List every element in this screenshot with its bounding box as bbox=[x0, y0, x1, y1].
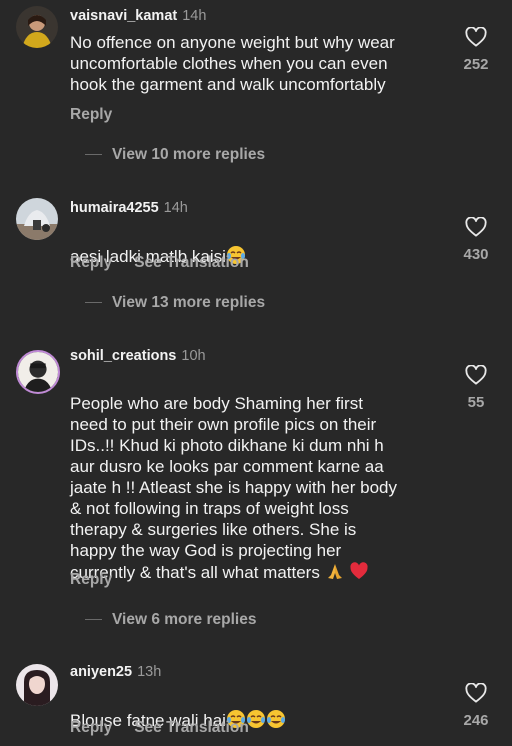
avatar[interactable] bbox=[16, 350, 60, 394]
like-count: 430 bbox=[463, 246, 489, 263]
reply-button[interactable]: Reply bbox=[70, 106, 112, 123]
comment-header: humaira4255 14h bbox=[70, 200, 188, 216]
see-translation-button[interactable]: See Translation bbox=[134, 719, 249, 736]
divider-line bbox=[85, 302, 102, 304]
comment-text: People who are body Shaming her first ne… bbox=[70, 372, 442, 586]
like-count: 246 bbox=[463, 712, 489, 729]
see-translation-button[interactable]: See Translation bbox=[134, 254, 249, 271]
reply-button[interactable]: Reply bbox=[70, 571, 112, 588]
heart-outline-icon[interactable] bbox=[465, 683, 487, 703]
view-replies-label: View 6 more replies bbox=[112, 611, 257, 628]
username[interactable]: sohil_creations bbox=[70, 348, 176, 364]
timestamp: 14h bbox=[182, 8, 207, 24]
like-count: 252 bbox=[463, 56, 489, 73]
username[interactable]: aniyen25 bbox=[70, 664, 132, 680]
like-control: 55 bbox=[459, 365, 493, 411]
comment-actions: Reply bbox=[70, 571, 112, 589]
folded-hands-emoji bbox=[325, 561, 345, 586]
face-with-tears-of-joy-emoji bbox=[266, 709, 286, 734]
view-replies-button[interactable]: View 13 more replies bbox=[85, 294, 265, 312]
timestamp: 14h bbox=[163, 200, 188, 216]
view-replies-label: View 13 more replies bbox=[112, 294, 266, 311]
heart-outline-icon[interactable] bbox=[465, 365, 487, 385]
heart-outline-icon[interactable] bbox=[465, 217, 487, 237]
comment-actions: Reply See Translation bbox=[70, 254, 249, 272]
timestamp: 13h bbox=[137, 664, 162, 680]
divider-line bbox=[85, 154, 102, 156]
comment-actions: Reply bbox=[70, 106, 112, 124]
timestamp: 10h bbox=[181, 348, 206, 364]
view-replies-button[interactable]: View 6 more replies bbox=[85, 611, 256, 629]
like-control: 252 bbox=[459, 27, 493, 73]
comment-header: aniyen25 13h bbox=[70, 664, 161, 680]
avatar[interactable] bbox=[16, 198, 58, 240]
like-count: 55 bbox=[467, 394, 485, 411]
comment-actions: Reply See Translation bbox=[70, 719, 249, 737]
avatar[interactable] bbox=[16, 664, 58, 706]
like-control: 430 bbox=[459, 217, 493, 263]
heart-outline-icon[interactable] bbox=[465, 27, 487, 47]
username[interactable]: vaisnavi_kamat bbox=[70, 8, 177, 24]
face-with-tears-of-joy-emoji bbox=[246, 709, 266, 734]
avatar[interactable] bbox=[16, 6, 58, 48]
divider-line bbox=[85, 619, 102, 621]
reply-button[interactable]: Reply bbox=[70, 719, 112, 736]
like-control: 246 bbox=[459, 683, 493, 729]
view-replies-button[interactable]: View 10 more replies bbox=[85, 146, 265, 164]
comment-header: vaisnavi_kamat 14h bbox=[70, 8, 206, 24]
comment-header: sohil_creations 10h bbox=[70, 348, 206, 364]
reply-button[interactable]: Reply bbox=[70, 254, 112, 271]
username[interactable]: humaira4255 bbox=[70, 200, 159, 216]
red-heart-emoji bbox=[349, 561, 369, 586]
comment-text: No offence on anyone weight but why wear… bbox=[70, 33, 395, 94]
view-replies-label: View 10 more replies bbox=[112, 146, 266, 163]
